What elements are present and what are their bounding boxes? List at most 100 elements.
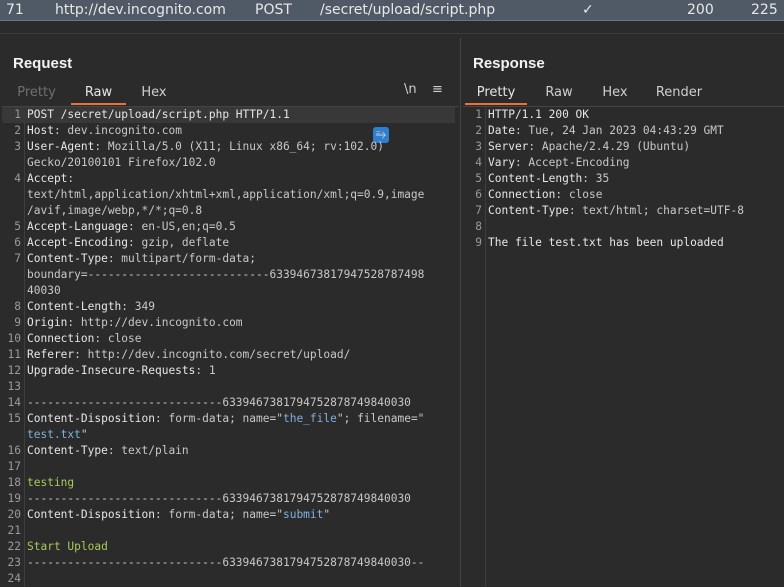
- code-token: : 1: [195, 364, 216, 377]
- code-token: test.txt: [27, 428, 81, 441]
- code-line: test.txt": [2, 427, 455, 443]
- code-token: Connection: [27, 332, 95, 345]
- code-token: ": [323, 508, 331, 521]
- code-line: 5 Content-Length: 35: [463, 171, 781, 187]
- code-line: 12 Upgrade-Insecure-Requests: 1: [2, 363, 455, 379]
- line-number: 17: [7, 460, 21, 473]
- line-number: 9: [475, 236, 482, 249]
- code-token: Vary: [488, 156, 515, 169]
- code-token: Gecko/20100101 Firefox/102.0: [27, 156, 216, 169]
- code-token: Accept-Encoding: [27, 236, 129, 249]
- code-token: : 349: [121, 300, 155, 313]
- tab-raw[interactable]: Raw: [71, 84, 126, 105]
- line-text: Content-Length: 349: [27, 299, 155, 315]
- response-title: Response: [473, 55, 545, 72]
- menu-icon[interactable]: ≡: [432, 82, 443, 97]
- line-number: 7: [475, 204, 482, 217]
- code-token: HTTP/1.1 200 OK: [488, 108, 590, 121]
- line-text: -----------------------------63394673817…: [27, 491, 411, 507]
- response-tabs: Pretty Raw Hex Render: [461, 82, 784, 105]
- tab-pretty[interactable]: Pretty: [9, 84, 64, 103]
- code-line: 16 Content-Type: text/plain: [2, 443, 455, 459]
- history-row[interactable]: 71 http://dev.incognito.com POST /secret…: [0, 0, 784, 21]
- code-token: : Apache/2.4.29 (Ubuntu): [528, 140, 691, 153]
- code-line: 3 User-Agent: Mozilla/5.0 (X11; Linux x86…: [2, 139, 455, 155]
- line-text: Accept-Language: en-US,en;q=0.5: [27, 219, 236, 235]
- code-line: 2 Host: dev.incognito.com: [2, 123, 455, 139]
- code-token: : en-US,en;q=0.5: [128, 220, 236, 233]
- code-token: ": [80, 428, 88, 441]
- code-line: 9 The file test.txt has been uploaded: [463, 235, 781, 251]
- tab-raw[interactable]: Raw: [537, 84, 581, 103]
- code-token: -----------------------------63394673817…: [27, 396, 411, 409]
- code-line: 13: [2, 379, 455, 395]
- code-token: Content-Length: [488, 172, 583, 185]
- line-number: 14: [7, 396, 21, 409]
- line-number: 10: [7, 332, 21, 345]
- line-text: Host: dev.incognito.com: [27, 123, 182, 139]
- line-text: /avif,image/webp,*/*;q=0.8: [27, 203, 202, 219]
- line-number: 7: [14, 252, 21, 265]
- code-line: text/html,application/xhtml+xml,applicat…: [2, 187, 455, 203]
- code-line: 19 -----------------------------633946738…: [2, 491, 455, 507]
- code-token: : http://dev.incognito.com: [67, 316, 243, 329]
- code-line: 4 Vary: Accept-Encoding: [463, 155, 781, 171]
- line-number: 8: [14, 300, 21, 313]
- line-number: 5: [475, 172, 482, 185]
- code-token: -----------------------------63394673817…: [27, 556, 425, 569]
- code-line: 24: [2, 571, 455, 587]
- code-token: : close: [555, 188, 603, 201]
- tab-hex[interactable]: Hex: [593, 84, 637, 103]
- history-divider: [0, 21, 784, 34]
- tab-pretty[interactable]: Pretty: [465, 84, 527, 105]
- code-line: 7 Content-Type: text/html; charset=UTF-8: [463, 203, 781, 219]
- code-token: POST /secret/upload/script.php HTTP/1.1: [27, 108, 290, 121]
- line-number: 2: [14, 124, 21, 137]
- check-icon: ✓: [582, 2, 594, 18]
- line-text: Content-Length: 35: [488, 171, 609, 187]
- code-line: 10 Connection: close: [2, 331, 455, 347]
- code-token: text/html,application/xhtml+xml,applicat…: [27, 188, 425, 201]
- newline-icon[interactable]: \n: [404, 82, 417, 97]
- code-token: : text/html; charset=UTF-8: [568, 204, 744, 217]
- line-number: 3: [14, 140, 21, 153]
- line-text: Accept:: [27, 171, 74, 187]
- code-token: Referer: [27, 348, 75, 361]
- history-url: /secret/upload/script.php: [320, 2, 496, 18]
- code-line: 9 Origin: http://dev.incognito.com: [2, 315, 455, 331]
- code-token: : Mozilla/5.0 (X11; Linux x86_64; rv:102…: [94, 140, 384, 153]
- code-line: 2 Date: Tue, 24 Jan 2023 04:43:29 GMT: [463, 123, 781, 139]
- response-editor[interactable]: 1 HTTP/1.1 200 OK 2 Date: Tue, 24 Jan 2023 …: [463, 106, 784, 587]
- line-text: Content-Type: text/html; charset=UTF-8: [488, 203, 744, 219]
- code-token: Content-Length: [27, 300, 122, 313]
- tab-render[interactable]: Render: [649, 84, 709, 103]
- line-number: 23: [7, 556, 21, 569]
- tab-hex[interactable]: Hex: [132, 84, 176, 103]
- request-editor[interactable]: 1 POST /secret/upload/script.php HTTP/1.1…: [2, 106, 459, 587]
- code-token: boundary=---------------------------6339…: [27, 268, 425, 281]
- line-text: Connection: close: [488, 187, 603, 203]
- code-token: submit: [282, 508, 324, 521]
- response-panel: Response Pretty Raw Hex Render 1 HTTP/1.1…: [460, 38, 784, 587]
- request-panel: Request Pretty Raw Hex ⥱ \n ≡ 1 POST /sec…: [0, 38, 459, 587]
- code-token: : form-data; name=": [154, 412, 283, 425]
- code-token: Accept: [27, 172, 68, 185]
- code-line: 17: [2, 459, 455, 475]
- code-line: 6 Connection: close: [463, 187, 781, 203]
- code-token: Origin: [27, 316, 68, 329]
- code-line: 14 -----------------------------633946738…: [2, 395, 455, 411]
- line-text: test.txt": [27, 427, 88, 443]
- code-line: 6 Accept-Encoding: gzip, deflate: [2, 235, 455, 251]
- code-token: -----------------------------63394673817…: [27, 492, 411, 505]
- line-text: The file test.txt has been uploaded: [488, 235, 724, 251]
- code-line: 40030: [2, 283, 455, 299]
- line-text: -----------------------------63394673817…: [27, 395, 411, 411]
- code-line: 3 Server: Apache/2.4.29 (Ubuntu): [463, 139, 781, 155]
- line-text: Content-Type: text/plain: [27, 443, 189, 459]
- code-token: Date: [488, 124, 515, 137]
- line-number: 13: [7, 380, 21, 393]
- code-token: 40030: [27, 284, 61, 297]
- code-token: : Accept-Encoding: [514, 156, 630, 169]
- line-number: 12: [7, 364, 21, 377]
- line-text: text/html,application/xhtml+xml,applicat…: [27, 187, 424, 203]
